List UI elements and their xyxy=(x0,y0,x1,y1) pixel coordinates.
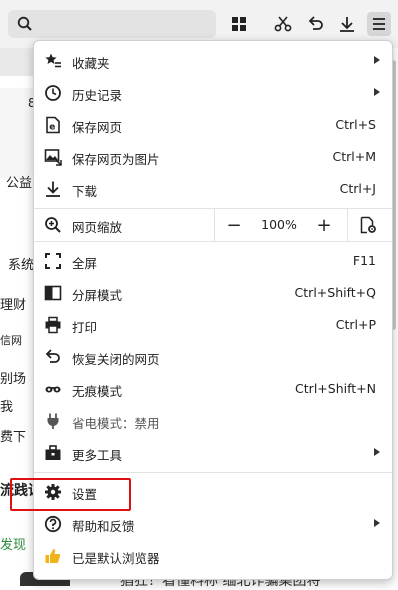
image-icon xyxy=(44,148,62,166)
menu-item-downloads[interactable]: 下载 Ctrl+J xyxy=(34,173,392,205)
undo-button[interactable] xyxy=(304,12,328,36)
zoom-level: 100% xyxy=(261,217,297,232)
zoom-in-button[interactable]: + xyxy=(312,213,336,237)
submenu-arrow-icon xyxy=(374,519,380,527)
settings-highlight-box xyxy=(10,478,131,511)
page-fragment[interactable]: 我 xyxy=(0,396,13,415)
menu-item-label: 已是默认浏览器 xyxy=(72,551,160,566)
submenu-arrow-icon xyxy=(374,56,380,64)
screenshot-button[interactable] xyxy=(271,12,295,36)
submenu-arrow-icon xyxy=(374,448,380,456)
menu-item-save-page[interactable]: e 保存网页 Ctrl+S xyxy=(34,109,392,141)
menu-item-label: 全屏 xyxy=(72,256,98,271)
help-icon xyxy=(44,515,62,533)
menu-item-label: 分屏模式 xyxy=(72,288,123,303)
printer-icon xyxy=(44,316,62,334)
thumbs-up-icon xyxy=(44,547,62,565)
page-fragment[interactable]: 系统 xyxy=(8,254,34,273)
page-fragment[interactable]: 别场 xyxy=(0,368,26,387)
save-page-icon: e xyxy=(44,116,62,134)
menu-item-power-saving[interactable]: 省电模式：禁用 xyxy=(34,405,392,437)
menu-item-label: 下载 xyxy=(72,184,98,199)
menu-item-incognito[interactable]: 无痕模式 Ctrl+Shift+N xyxy=(34,373,392,405)
tab-grid-button[interactable] xyxy=(227,12,251,36)
download-toolbar-button[interactable] xyxy=(335,12,359,36)
main-menu-button[interactable] xyxy=(367,12,391,36)
clock-icon xyxy=(44,84,62,102)
page-fragment[interactable]: 费下 xyxy=(0,426,26,445)
star-list-icon xyxy=(44,52,62,70)
page-fragment[interactable]: 公益 xyxy=(6,172,32,191)
zoom-divider xyxy=(347,209,348,241)
page-fragment[interactable]: 理财 xyxy=(0,294,26,313)
scissors-icon xyxy=(274,16,292,32)
menu-item-history[interactable]: 历史记录 xyxy=(34,77,392,109)
shortcut-text: Ctrl+Shift+N xyxy=(295,381,376,396)
plug-icon xyxy=(44,412,62,430)
shortcut-text: Ctrl+S xyxy=(335,117,376,132)
search-icon xyxy=(17,16,32,31)
hamburger-icon xyxy=(373,18,385,30)
grid-icon xyxy=(232,17,246,31)
fullscreen-icon xyxy=(44,252,62,270)
menu-divider xyxy=(34,241,392,242)
menu-item-help[interactable]: 帮助和反馈 xyxy=(34,508,392,540)
menu-item-label: 历史记录 xyxy=(72,88,123,103)
zoom-divider xyxy=(214,209,215,241)
menu-item-label: 帮助和反馈 xyxy=(72,519,135,534)
menu-item-fullscreen[interactable]: 全屏 F11 xyxy=(34,245,392,277)
svg-text:e: e xyxy=(49,123,55,133)
shortcut-text: Ctrl+M xyxy=(332,149,377,164)
zoom-icon xyxy=(44,216,62,238)
download-icon xyxy=(340,17,354,32)
menu-item-default-browser[interactable]: 已是默认浏览器 xyxy=(34,540,392,572)
menu-item-label: 恢复关闭的网页 xyxy=(72,352,160,367)
shortcut-text: Ctrl+P xyxy=(335,317,376,332)
shortcut-text: Ctrl+Shift+Q xyxy=(294,285,376,300)
menu-item-label: 保存网页为图片 xyxy=(72,152,160,167)
toolbox-icon xyxy=(44,444,62,462)
menu-item-label: 无痕模式 xyxy=(72,384,123,399)
menu-item-more-tools[interactable]: 更多工具 xyxy=(34,437,392,469)
menu-divider xyxy=(34,472,392,473)
menu-item-label: 更多工具 xyxy=(72,448,123,463)
menu-item-split-screen[interactable]: 分屏模式 Ctrl+Shift+Q xyxy=(34,277,392,309)
split-screen-icon xyxy=(44,284,62,302)
shortcut-text: F11 xyxy=(352,253,376,268)
menu-item-label: 保存网页 xyxy=(72,120,123,135)
menu-item-label: 收藏夹 xyxy=(72,56,110,71)
incognito-icon xyxy=(44,380,62,398)
menu-item-label: 打印 xyxy=(72,320,98,335)
page-fragment[interactable]: 信网 xyxy=(0,332,22,348)
page-gear-icon xyxy=(360,216,376,234)
menu-item-restore-closed[interactable]: 恢复关闭的网页 xyxy=(34,341,392,373)
page-settings-button[interactable] xyxy=(356,213,380,237)
restore-icon xyxy=(44,348,62,366)
menu-item-favorites[interactable]: 收藏夹 xyxy=(34,45,392,77)
menu-item-label: 省电模式：禁用 xyxy=(72,416,160,431)
address-search-box[interactable] xyxy=(8,10,216,38)
menu-item-save-as-image[interactable]: 保存网页为图片 Ctrl+M xyxy=(34,141,392,173)
download-icon xyxy=(44,180,62,198)
page-fragment[interactable]: 发现 xyxy=(0,534,26,553)
menu-item-zoom: 网页缩放 − 100% + xyxy=(34,209,392,241)
zoom-out-button[interactable]: − xyxy=(222,213,246,237)
undo-icon xyxy=(308,16,323,30)
shortcut-text: Ctrl+J xyxy=(339,181,376,196)
submenu-arrow-icon xyxy=(374,88,380,96)
menu-item-print[interactable]: 打印 Ctrl+P xyxy=(34,309,392,341)
zoom-label: 网页缩放 xyxy=(72,220,123,235)
